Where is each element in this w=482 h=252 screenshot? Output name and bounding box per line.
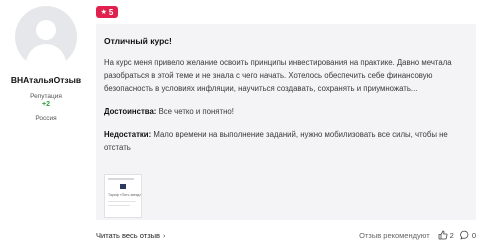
comment-count: 0: [471, 230, 476, 240]
read-full-review-link[interactable]: Читать весь отзыв ›: [96, 231, 166, 240]
review-item: ВНАтальяОтзыв Репутация +2 Россия ★ 5 От…: [0, 0, 482, 252]
comment-icon: [460, 230, 469, 240]
avatar[interactable]: [15, 6, 77, 68]
reputation-value: +2: [42, 101, 50, 108]
reputation-label: Репутация: [30, 93, 62, 100]
rating-value: 5: [108, 7, 114, 17]
review-footer: Читать весь отзыв › Отзыв рекомендуют 2 0: [96, 229, 476, 241]
thumbs-up-icon: [438, 230, 448, 240]
attachment-caption: Тариф «Пять звезд»: [108, 193, 142, 197]
review-card: Отличный курс! На курс меня привело жела…: [96, 24, 476, 220]
reviewer-country: Россия: [35, 115, 57, 122]
rating-badge: ★ 5: [96, 6, 118, 18]
cons-label: Недостатки:: [104, 130, 152, 139]
reviewer-name[interactable]: ВНАтальяОтзыв: [6, 75, 86, 85]
review-cons: Недостатки: Мало времени на выполнение з…: [104, 128, 456, 154]
avatar-placeholder-icon: [36, 20, 56, 40]
comments-button[interactable]: 0: [460, 230, 476, 240]
reviewer-info: ВНАтальяОтзыв Репутация +2 Россия: [6, 6, 86, 122]
like-count: 2: [449, 230, 454, 240]
review-body: На курс меня привело желание освоить при…: [104, 58, 452, 93]
chevron-right-icon: ›: [163, 230, 166, 240]
like-button[interactable]: 2: [438, 230, 454, 240]
cons-text: Мало времени на выполнение заданий, нужн…: [104, 130, 448, 152]
pros-text: Все четко и понятно!: [158, 107, 234, 116]
recommend-label: Отзыв рекомендуют: [359, 230, 430, 240]
review-pros: Достоинства: Все четко и понятно!: [104, 105, 456, 118]
star-icon: ★: [100, 8, 107, 16]
attachment-thumbnail[interactable]: Тариф «Пять звезд»: [104, 174, 142, 218]
pros-label: Достоинства:: [104, 107, 157, 116]
review-title: Отличный курс!: [104, 36, 172, 46]
logo-icon: [120, 184, 126, 189]
